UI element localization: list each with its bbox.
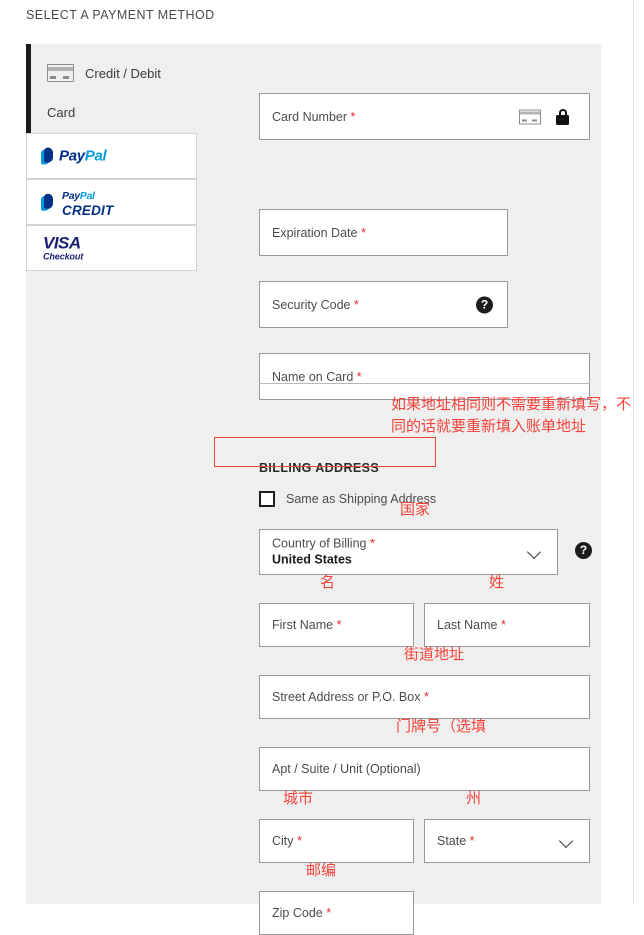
paypal-logo-pay: Pay <box>59 147 85 165</box>
payment-method-paypal[interactable]: Pay Pal <box>26 133 197 179</box>
zip-code-field[interactable]: Zip Code * <box>259 891 414 935</box>
credit-debit-label-line2: Card <box>47 105 76 120</box>
last-name-field[interactable]: Last Name * <box>424 603 590 647</box>
paypal-mark-icon <box>41 147 56 165</box>
paypal-mark-icon <box>41 193 56 211</box>
payment-method-credit-debit-card[interactable]: Credit / Debit Card <box>26 44 197 133</box>
first-name-field[interactable]: First Name * <box>259 603 414 647</box>
lock-icon <box>556 108 569 125</box>
credit-debit-tab-row: Credit / Debit <box>47 64 161 82</box>
card-number-field[interactable]: Card Number * <box>259 93 590 140</box>
apt-suite-unit-label: Apt / Suite / Unit (Optional) <box>272 762 421 776</box>
city-label: City * <box>272 834 302 848</box>
section-divider <box>259 383 590 384</box>
page-right-rule <box>633 0 634 904</box>
zip-code-label: Zip Code * <box>272 906 332 920</box>
paypal-credit-wordmark: PayPal CREDIT <box>62 187 113 218</box>
payment-method-paypal-credit[interactable]: PayPal CREDIT <box>26 179 197 225</box>
security-code-help-icon[interactable]: ? <box>476 296 493 313</box>
payment-form: Card Number * Expiration Date * Security… <box>232 44 601 935</box>
payment-method-visa-checkout[interactable]: VISA Checkout <box>26 225 197 271</box>
apt-suite-unit-field[interactable]: Apt / Suite / Unit (Optional) <box>259 747 590 791</box>
credit-card-icon <box>47 64 74 82</box>
paypal-credit-logo-pay: Pay <box>62 189 80 202</box>
country-of-billing-help-icon[interactable]: ? <box>575 542 592 559</box>
billing-address-heading: BILLING ADDRESS <box>259 461 380 475</box>
visa-wordmark: VISA <box>43 233 81 253</box>
country-of-billing-select[interactable]: Country of Billing * United States <box>259 529 558 575</box>
expiration-date-field[interactable]: Expiration Date * <box>259 209 508 256</box>
paypal-credit-logo-credit: CREDIT <box>62 202 114 218</box>
credit-card-icon <box>519 109 541 124</box>
visa-checkout-wordmark: Checkout <box>43 251 84 262</box>
credit-debit-label-line1: Credit / Debit <box>85 65 161 81</box>
chevron-down-icon <box>528 545 541 558</box>
city-field[interactable]: City * <box>259 819 414 863</box>
security-code-field[interactable]: Security Code * ? <box>259 281 508 328</box>
payment-panel: Credit / Debit Card Pay Pal PayPal CREDIT… <box>26 44 601 935</box>
page-title: SELECT A PAYMENT METHOD <box>26 8 215 22</box>
same-as-shipping-label: Same as Shipping Address <box>286 492 437 506</box>
paypal-logo: Pay Pal <box>41 147 107 165</box>
name-on-card-field[interactable]: Name on Card * <box>259 353 590 400</box>
paypal-credit-logo: PayPal CREDIT <box>41 187 113 218</box>
country-of-billing-label: Country of Billing * <box>272 536 375 551</box>
street-address-field[interactable]: Street Address or P.O. Box * <box>259 675 590 719</box>
expiration-date-label: Expiration Date * <box>272 225 366 240</box>
country-of-billing-content: Country of Billing * United States <box>272 536 375 567</box>
chevron-down-icon <box>560 834 573 847</box>
country-of-billing-value: United States <box>272 552 352 566</box>
same-as-shipping-checkbox[interactable] <box>259 491 275 507</box>
security-code-label: Security Code * <box>272 297 359 312</box>
last-name-label: Last Name * <box>437 618 506 632</box>
state-select[interactable]: State * <box>424 819 590 863</box>
name-on-card-label: Name on Card * <box>272 369 362 384</box>
payment-method-list: Credit / Debit Card Pay Pal PayPal CREDIT… <box>26 44 197 904</box>
first-name-label: First Name * <box>272 618 342 632</box>
state-label: State * <box>437 834 475 848</box>
visa-checkout-logo: VISA Checkout <box>43 235 83 262</box>
paypal-logo-pal: Pal <box>84 147 107 165</box>
paypal-credit-logo-pal: Pal <box>79 189 95 202</box>
street-address-label: Street Address or P.O. Box * <box>272 690 429 704</box>
same-as-shipping-checkbox-row[interactable]: Same as Shipping Address <box>259 491 436 507</box>
card-number-label: Card Number * <box>272 109 356 124</box>
